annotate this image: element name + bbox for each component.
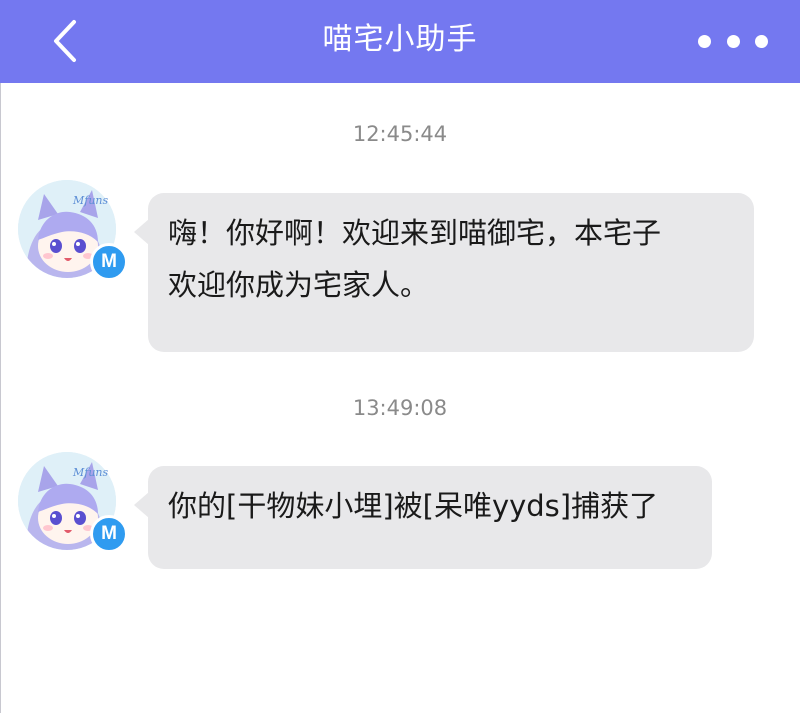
verified-badge: M: [90, 243, 128, 281]
message-timestamp: 12:45:44: [352, 122, 448, 146]
message-text-line: 你的[干物妹小埋]被[呆唯yyds]捕获了: [168, 489, 659, 523]
avatar-label: Mfuns: [72, 194, 109, 207]
more-dot-icon: [698, 34, 711, 48]
message-text-line: 嗨！你好啊！欢迎来到喵御宅，本宅子: [168, 216, 662, 250]
more-options-button[interactable]: [698, 20, 768, 62]
message-timestamp: 13:49:08: [352, 396, 448, 420]
message-bubble[interactable]: 你的[干物妹小埋]被[呆唯yyds]捕获了: [134, 466, 712, 569]
more-dot-icon: [726, 34, 740, 48]
message-text-line: 欢迎你成为宅家人。: [168, 268, 430, 302]
avatar-label: Mfuns: [72, 466, 109, 479]
verified-badge: M: [90, 515, 128, 553]
message-bubble[interactable]: 嗨！你好啊！欢迎来到喵御宅，本宅子 欢迎你成为宅家人。: [134, 193, 754, 352]
app-header: 喵宅小助手: [0, 0, 800, 83]
more-dot-icon: [755, 34, 768, 48]
avatar[interactable]: Mfuns M: [18, 452, 128, 553]
page-title: 喵宅小助手: [322, 22, 478, 57]
avatar[interactable]: Mfuns M: [18, 180, 128, 281]
